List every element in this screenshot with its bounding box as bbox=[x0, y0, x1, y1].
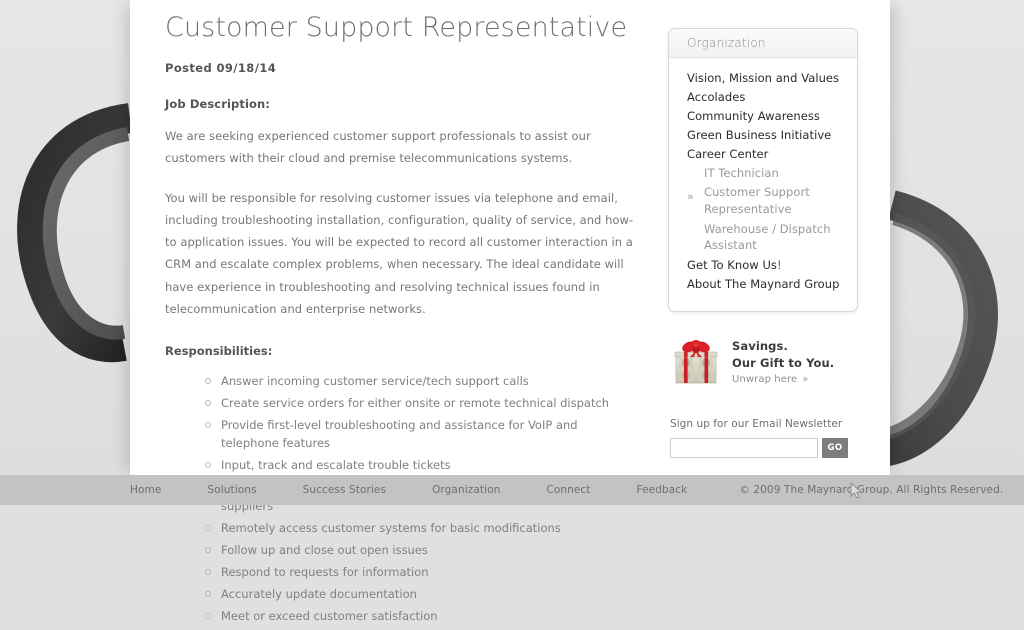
posted-date: Posted 09/18/14 bbox=[165, 61, 277, 76]
responsibility-item: Provide first-level troubleshooting and … bbox=[205, 416, 637, 452]
sidebar-item-label: Accolades bbox=[687, 89, 746, 104]
right-rail: Organization Vision, Mission and Values A… bbox=[668, 28, 858, 458]
mouse-cursor-icon bbox=[850, 481, 864, 504]
sidebar-item-label: IT Technician bbox=[704, 165, 779, 180]
job-description-paragraph-2: You will be responsible for resolving cu… bbox=[165, 191, 634, 316]
responsibility-item: Accurately update documentation bbox=[205, 585, 637, 603]
savings-promo-text: Savings. Our Gift to You. Unwrap here » bbox=[732, 334, 834, 385]
footer-link-success-stories[interactable]: Success Stories bbox=[303, 484, 386, 496]
responsibility-item: Follow up and close out open issues bbox=[205, 541, 637, 559]
site-footer: Home Solutions Success Stories Organization… bbox=[0, 475, 1024, 505]
chevron-right-icon: » bbox=[802, 374, 809, 386]
footer-inner: Home Solutions Success Stories Organization… bbox=[130, 484, 1003, 496]
job-description-label: Job Description: bbox=[165, 97, 270, 112]
footer-link-organization[interactable]: Organization bbox=[432, 484, 500, 496]
newsletter-email-input[interactable] bbox=[670, 437, 818, 458]
current-page-marker-icon: » bbox=[687, 190, 694, 204]
sidebar-item-community-awareness[interactable]: Community Awareness bbox=[687, 108, 843, 126]
newsletter-row: GO bbox=[670, 437, 858, 458]
job-description-paragraph-1: We are seeking experienced customer supp… bbox=[165, 129, 591, 166]
sidebar-item-get-to-know-us[interactable]: Get To Know Us! bbox=[687, 257, 843, 275]
responsibility-item: Input, track and escalate trouble ticket… bbox=[205, 456, 637, 474]
footer-link-connect[interactable]: Connect bbox=[546, 484, 590, 496]
savings-promo-line2: Our Gift to You. bbox=[732, 355, 835, 370]
sidebar-item-label: Customer Support Representative bbox=[704, 185, 810, 217]
responsibility-item: Respond to requests for information bbox=[205, 563, 637, 581]
newsletter-go-button[interactable]: GO bbox=[822, 437, 848, 458]
footer-link-solutions[interactable]: Solutions bbox=[207, 484, 256, 496]
organization-nav-header: Organization bbox=[669, 29, 857, 58]
sidebar-item-about-the-maynard-group[interactable]: About The Maynard Group bbox=[687, 276, 843, 294]
responsibility-item: Create service orders for either onsite … bbox=[205, 394, 637, 412]
footer-link-feedback[interactable]: Feedback bbox=[637, 484, 688, 496]
organization-nav-box: Organization Vision, Mission and Values A… bbox=[668, 28, 858, 312]
responsibility-item: Meet or exceed customer satisfaction bbox=[205, 607, 637, 625]
swoosh-right-icon bbox=[879, 190, 998, 467]
sidebar-item-warehouse-dispatch-assistant[interactable]: Warehouse / Dispatch Assistant bbox=[687, 221, 843, 254]
footer-copyright: © 2009 The Maynard Group. All Rights Res… bbox=[739, 484, 1004, 496]
sidebar-item-label: Career Center bbox=[687, 146, 769, 161]
responsibilities-label: Responsibilities: bbox=[165, 343, 273, 358]
swoosh-left-icon bbox=[17, 103, 133, 363]
sidebar-item-label: Green Business Initiative bbox=[687, 127, 832, 142]
sidebar-item-label: Get To Know Us! bbox=[687, 258, 782, 273]
unwrap-here-label: Unwrap here bbox=[732, 374, 798, 386]
gift-box-icon bbox=[670, 336, 722, 388]
sidebar-item-label: Warehouse / Dispatch Assistant bbox=[704, 221, 831, 253]
sidebar-item-it-technician[interactable]: IT Technician bbox=[687, 165, 843, 182]
organization-nav-list: Vision, Mission and Values Accolades Commu… bbox=[669, 58, 857, 311]
unwrap-here-link[interactable]: Unwrap here » bbox=[732, 374, 834, 385]
footer-nav: Home Solutions Success Stories Organization… bbox=[130, 484, 733, 496]
responsibility-item: Remotely access customer systems for bas… bbox=[205, 519, 637, 537]
savings-promo[interactable]: Savings. Our Gift to You. Unwrap here » bbox=[668, 334, 858, 388]
sidebar-item-label: About The Maynard Group bbox=[687, 276, 840, 291]
sidebar-item-label: Community Awareness bbox=[687, 108, 820, 123]
page-title: Customer Support Representative bbox=[165, 12, 628, 43]
sidebar-item-career-center[interactable]: Career Center bbox=[687, 146, 843, 164]
content-sheet: Customer Support Representative Posted 0… bbox=[130, 0, 890, 623]
sidebar-item-customer-support-representative[interactable]: » Customer Support Representative bbox=[687, 184, 843, 217]
newsletter-label: Sign up for our Email Newsletter bbox=[670, 417, 843, 430]
sidebar-item-vision-mission-and-values[interactable]: Vision, Mission and Values bbox=[687, 70, 843, 88]
sidebar-item-accolades[interactable]: Accolades bbox=[687, 89, 843, 107]
sidebar-item-label: Vision, Mission and Values bbox=[687, 71, 840, 85]
newsletter-signup: Sign up for our Email Newsletter GO bbox=[668, 418, 858, 458]
footer-link-home[interactable]: Home bbox=[130, 484, 161, 496]
responsibility-item: Answer incoming customer service/tech su… bbox=[205, 372, 637, 390]
sidebar-item-green-business-initiative[interactable]: Green Business Initiative bbox=[687, 127, 843, 145]
main-content: Customer Support Representative Posted 0… bbox=[165, 12, 637, 630]
savings-promo-line1: Savings. bbox=[732, 338, 788, 353]
